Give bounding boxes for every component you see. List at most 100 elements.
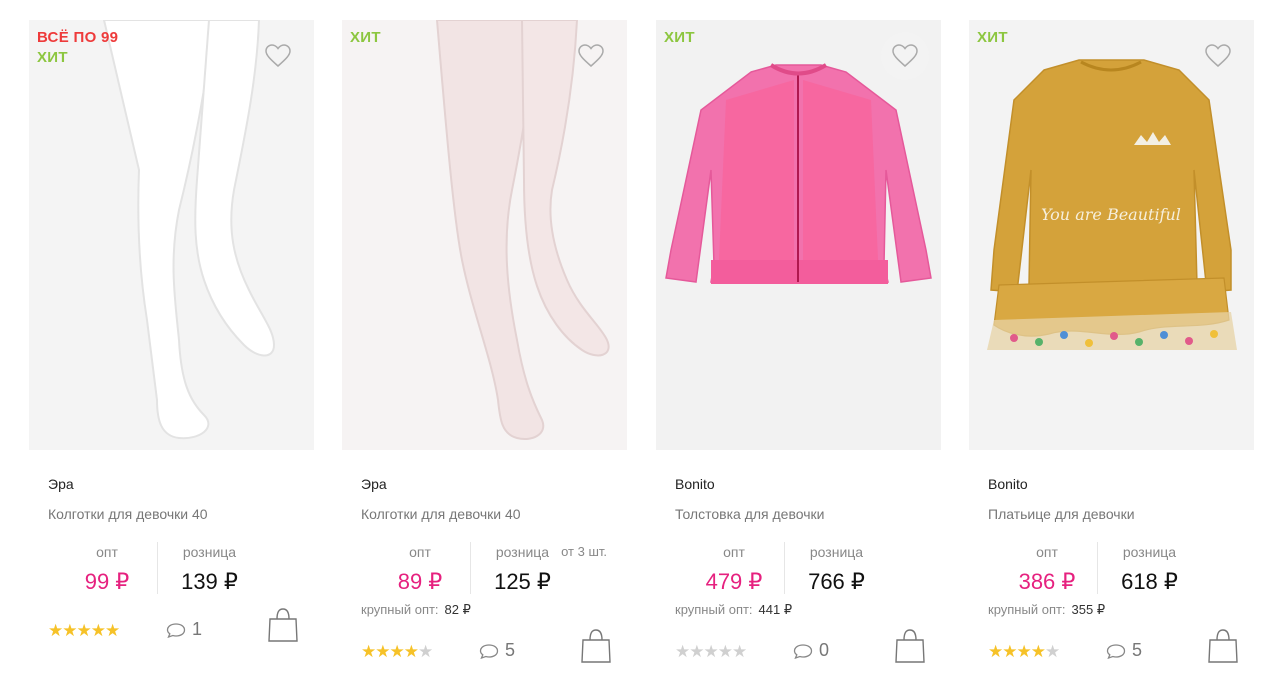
favorite-button[interactable] (881, 32, 929, 80)
comments-link[interactable]: 1 (166, 619, 202, 640)
rating-stars: ★★★★★ (675, 642, 747, 662)
product-card[interactable]: ХИТ Bonito Толстовка для девочки опт 479… (656, 20, 941, 670)
product-brand: Эра (361, 476, 387, 492)
star-filled-icon: ★ (403, 642, 419, 661)
comment-icon (479, 643, 499, 659)
opt-price-label: опт (96, 544, 118, 560)
product-photo[interactable] (342, 20, 627, 450)
rating-stars: ★★★★★ (48, 621, 120, 641)
star-filled-icon: ★ (1002, 642, 1017, 661)
star-filled-icon: ★ (1016, 642, 1032, 661)
opt-price: 479 ₽ (705, 569, 763, 594)
star-empty-icon: ★ (689, 642, 704, 661)
shopping-bag-icon[interactable] (266, 607, 300, 643)
star-filled-icon: ★ (1030, 642, 1046, 661)
star-filled-icon: ★ (389, 642, 405, 661)
bulk-price: крупный опт: 82 ₽ (361, 602, 471, 618)
star-empty-icon: ★ (418, 642, 433, 661)
favorite-button[interactable] (254, 32, 302, 80)
product-card[interactable]: ХИТ Эра Колготки для девочки 40 опт 89 ₽… (342, 20, 627, 670)
comment-icon (166, 622, 186, 638)
retail-price-column: розница 766 ₽ (784, 542, 888, 594)
card-footer: ★★★★★ 0 (675, 629, 935, 670)
comments-link[interactable]: 5 (1106, 640, 1142, 661)
retail-price-label: розница (182, 544, 237, 560)
product-photo[interactable]: You are Beautiful (969, 20, 1254, 450)
card-footer: ★★★★★ 5 (361, 629, 621, 670)
comments-count: 5 (505, 640, 516, 660)
product-title[interactable]: Платьице для девочки (988, 506, 1135, 522)
star-filled-icon: ★ (361, 642, 376, 661)
retail-price-column: розница 618 ₽ (1097, 542, 1201, 594)
bulk-price: крупный опт: 355 ₽ (988, 602, 1105, 618)
hit-badge: ХИТ (977, 29, 1008, 46)
product-title[interactable]: Колготки для девочки 40 (361, 506, 521, 522)
pink-lace-jacket-photo (656, 20, 941, 450)
min-quantity-note: от 3 шт. (561, 544, 607, 559)
star-empty-icon: ★ (675, 642, 690, 661)
favorite-button[interactable] (567, 32, 615, 80)
pink-tights-photo (342, 20, 627, 450)
product-brand: Bonito (988, 476, 1028, 492)
bulk-price-value: 82 ₽ (444, 602, 471, 617)
hit-badge: ХИТ (37, 49, 68, 66)
retail-price-column: розница 139 ₽ (157, 542, 261, 594)
product-title[interactable]: Толстовка для девочки (675, 506, 824, 522)
shopping-bag-icon[interactable] (893, 628, 927, 664)
star-empty-icon: ★ (717, 642, 733, 661)
retail-price: 139 ₽ (181, 569, 238, 594)
badge-group: ХИТ (977, 28, 1008, 48)
bulk-price-label: крупный опт: (988, 602, 1066, 617)
product-card[interactable]: You are Beautiful ХИТ Bonito Платьице дл… (969, 20, 1254, 670)
opt-price-label: опт (1036, 544, 1058, 560)
product-title[interactable]: Колготки для девочки 40 (48, 506, 208, 522)
retail-price: 766 ₽ (808, 569, 865, 594)
comments-link[interactable]: 0 (793, 640, 829, 661)
rating-stars: ★★★★★ (361, 642, 433, 662)
badge-group: ВСЁ ПО 99 ХИТ (37, 28, 118, 68)
star-empty-icon: ★ (703, 642, 719, 661)
retail-price-label: розница (1122, 544, 1177, 560)
shopping-bag-icon[interactable] (1206, 628, 1240, 664)
retail-price-label: розница (495, 544, 550, 560)
product-photo[interactable] (29, 20, 314, 450)
heart-icon (892, 44, 918, 67)
opt-price-label: опт (409, 544, 431, 560)
star-filled-icon: ★ (105, 621, 120, 640)
bulk-price-value: 441 ₽ (758, 602, 793, 617)
bulk-price-label: крупный опт: (361, 602, 439, 617)
dress-print-text: You are Beautiful (1041, 205, 1181, 224)
bulk-price-label: крупный опт: (675, 602, 753, 617)
shopping-bag-icon[interactable] (579, 628, 613, 664)
product-brand: Эра (48, 476, 74, 492)
sale-badge: ВСЁ ПО 99 (37, 29, 119, 46)
product-card[interactable]: ВСЁ ПО 99 ХИТ Эра Колготки для девочки 4… (29, 20, 314, 670)
opt-price: 99 ₽ (84, 569, 130, 594)
opt-price-column: опт 99 ₽ (59, 542, 155, 595)
favorite-button[interactable] (1194, 32, 1242, 80)
bulk-price: крупный опт: 441 ₽ (675, 602, 792, 618)
opt-price-column: опт 479 ₽ (686, 542, 782, 595)
comment-icon (1106, 643, 1126, 659)
opt-price-label: опт (723, 544, 745, 560)
star-filled-icon: ★ (375, 642, 390, 661)
heart-icon (1205, 44, 1231, 67)
badge-group: ХИТ (664, 28, 695, 48)
comments-count: 5 (1132, 640, 1143, 660)
product-photo[interactable] (656, 20, 941, 450)
heart-icon (578, 44, 604, 67)
hit-badge: ХИТ (664, 29, 695, 46)
bulk-price-value: 355 ₽ (1071, 602, 1106, 617)
product-brand: Bonito (675, 476, 715, 492)
rating-stars: ★★★★★ (988, 642, 1060, 662)
comments-link[interactable]: 5 (479, 640, 515, 661)
star-filled-icon: ★ (62, 621, 77, 640)
price-block: опт 89 ₽ розница 125 ₽ от 3 шт. (342, 542, 627, 602)
card-footer: ★★★★★ 5 (988, 629, 1248, 670)
price-block: опт 99 ₽ розница 139 ₽ (29, 542, 314, 602)
product-grid: ВСЁ ПО 99 ХИТ Эра Колготки для девочки 4… (0, 0, 1280, 692)
star-empty-icon: ★ (1045, 642, 1060, 661)
mustard-dress-photo: You are Beautiful (969, 20, 1254, 450)
star-filled-icon: ★ (48, 621, 63, 640)
heart-icon (265, 44, 291, 67)
